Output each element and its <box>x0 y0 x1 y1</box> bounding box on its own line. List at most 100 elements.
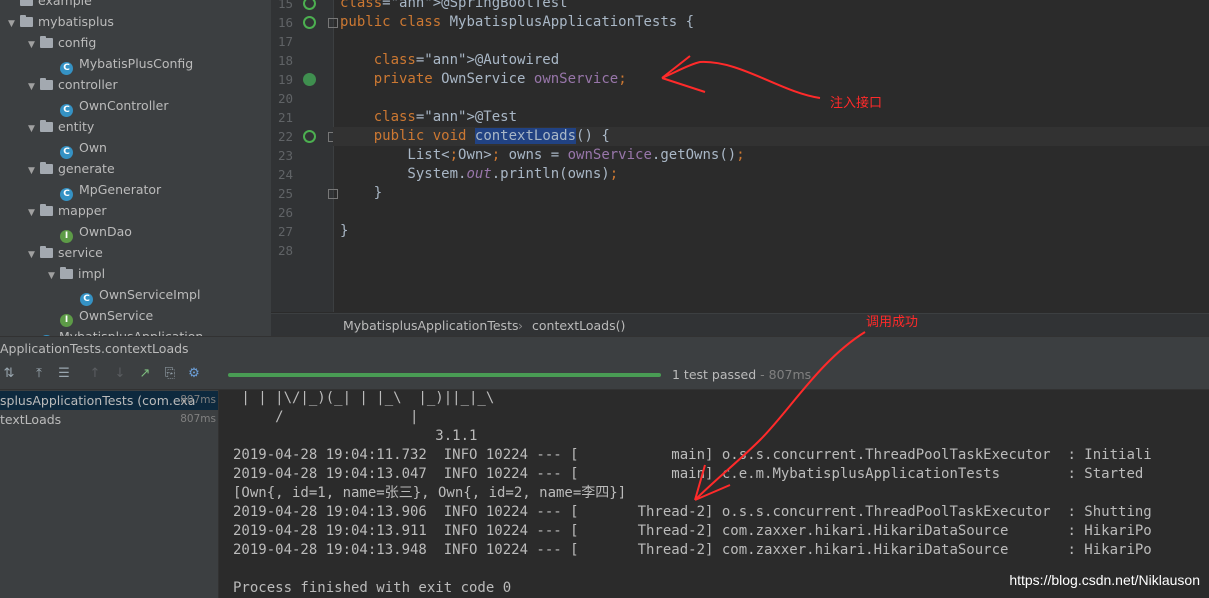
test-name: textLoads <box>0 412 62 427</box>
fold-marker-icon[interactable] <box>328 189 338 199</box>
tree-item-label: service <box>58 245 103 260</box>
folder-icon <box>40 78 53 90</box>
run-window-title: ApplicationTests.contextLoads <box>0 336 1209 360</box>
folder-icon <box>20 15 33 27</box>
tree-item[interactable]: C MybatisPlusConfig <box>60 53 194 75</box>
code-line: List<;Own>; owns = ownService.getOwns(); <box>340 147 745 163</box>
test-status: 1 test passed - 807ms <box>672 366 811 384</box>
code-editor[interactable]: 15 16 17 18 19 20 21 22 23 24 25 26 27 28 class="ann"… <box>271 0 1209 337</box>
line-number: 21 <box>277 110 293 125</box>
tree-item[interactable]: ▼ mybatisplus <box>8 11 114 32</box>
project-tree: example ▼ mybatisplus ▼ config C MybatisPlusCo… <box>0 0 271 336</box>
line-number: 26 <box>277 205 293 220</box>
success-annotation: 调用成功 <box>866 315 919 330</box>
line-number: 27 <box>277 224 293 239</box>
tree-item-label: generate <box>58 161 115 176</box>
tree-item[interactable]: ▼ config <box>28 32 96 53</box>
tree-item-label: impl <box>78 266 106 281</box>
console-line: / | <box>233 409 419 425</box>
folder-icon <box>40 162 53 174</box>
tree-item-label: controller <box>58 77 118 92</box>
tree-item[interactable]: I OwnDao <box>60 221 132 243</box>
tree-item[interactable]: example <box>8 0 92 11</box>
test-duration: 807ms <box>180 394 216 406</box>
collapse-all-icon[interactable]: ☰ <box>57 367 71 381</box>
tree-item[interactable]: ▼ controller <box>28 74 118 95</box>
line-number: 15 <box>277 0 293 11</box>
tree-item[interactable]: ▼ service <box>28 242 103 263</box>
tree-item-label: mybatisplus <box>38 14 114 29</box>
breadcrumb-separator-icon: › <box>518 318 523 333</box>
tree-item-label: MpGenerator <box>79 182 162 197</box>
breadcrumb-method[interactable]: contextLoads() <box>532 314 625 337</box>
previous-test-icon[interactable]: ↑ <box>88 367 102 381</box>
tree-item[interactable]: ▼ generate <box>28 158 115 179</box>
console-line: 3.1.1 <box>233 428 478 444</box>
console-line: 2019-04-28 19:04:13.911 INFO 10224 --- [… <box>233 523 1152 539</box>
tree-item[interactable]: I OwnService <box>60 305 153 327</box>
tree-item[interactable]: ▼ mapper <box>28 200 107 221</box>
run-test-icon[interactable] <box>303 130 316 143</box>
expand-arrow-icon[interactable]: ▼ <box>8 14 20 35</box>
run-test-icon[interactable] <box>303 0 316 10</box>
expand-arrow-icon[interactable]: ▼ <box>28 245 40 266</box>
tree-item-label: Own <box>79 140 107 155</box>
code-line: } <box>340 223 349 239</box>
next-test-icon[interactable]: ↓ <box>113 367 127 381</box>
watermark: https://blog.csdn.net/Niklauson <box>1009 572 1200 588</box>
expand-arrow-icon[interactable]: ▼ <box>28 161 40 182</box>
tree-item[interactable]: ▼ entity <box>28 116 94 137</box>
tree-item[interactable]: C MpGenerator <box>60 179 162 201</box>
console-line: 2019-04-28 19:04:13.047 INFO 10224 --- [… <box>233 466 1144 482</box>
tree-item[interactable]: C OwnController <box>60 95 169 117</box>
expand-arrow-icon[interactable]: ▼ <box>28 77 40 98</box>
line-number: 17 <box>277 34 293 49</box>
tree-item[interactable]: C OwnServiceImpl <box>80 284 200 306</box>
line-number: 20 <box>277 91 293 106</box>
test-result-row[interactable]: splusApplicationTests (com.exa 807ms <box>0 391 218 410</box>
run-test-icon[interactable] <box>303 16 316 29</box>
line-number: 16 <box>277 15 293 30</box>
autowired-bean-icon[interactable] <box>303 73 316 86</box>
editor-gutter: 15 16 17 18 19 20 21 22 23 24 25 26 27 28 <box>271 0 338 312</box>
tree-item[interactable]: ▼ impl <box>48 263 105 284</box>
test-progress-bar <box>228 373 661 377</box>
test-duration: 807ms <box>180 413 216 425</box>
expand-arrow-icon[interactable]: ▼ <box>28 203 40 224</box>
code-line: System.out.println(owns); <box>340 166 619 182</box>
tree-item[interactable]: CMybatisplusApplication <box>40 326 203 336</box>
test-status-time: - 807ms <box>756 367 812 382</box>
expand-arrow-icon[interactable]: ▼ <box>28 35 40 56</box>
line-number: 23 <box>277 148 293 163</box>
console-line: Process finished with exit code 0 <box>233 580 512 596</box>
line-number: 18 <box>277 53 293 68</box>
sort-icon[interactable]: ⇅ <box>2 367 16 381</box>
tree-item-label: OwnController <box>79 98 169 113</box>
breadcrumb-class[interactable]: MybatisplusApplicationTests <box>343 314 518 337</box>
expand-arrow-icon[interactable]: ▼ <box>28 119 40 140</box>
tree-item[interactable]: C Own <box>60 137 107 159</box>
expand-all-icon[interactable]: ⤒ <box>32 367 46 381</box>
folder-icon <box>40 36 53 48</box>
fold-marker-icon[interactable] <box>328 18 338 28</box>
test-result-row[interactable]: textLoads 807ms <box>0 410 218 429</box>
line-number: 24 <box>277 167 293 182</box>
folder-icon <box>40 246 53 258</box>
console-output[interactable]: | | |\/|_)(_| | |_\ |_)||_|_\ / | 3.1.1 2… <box>219 390 1209 598</box>
settings-gear-icon[interactable]: ⚙ <box>187 367 201 381</box>
tree-item-label: config <box>58 35 97 50</box>
import-icon[interactable]: ⎘ <box>163 367 177 381</box>
console-line: [Own{, id=1, name=张三}, Own{, id=2, name=… <box>233 485 627 501</box>
code-line: class="ann">@Autowired <box>373 52 560 68</box>
inject-annotation: 注入接口 <box>830 96 883 111</box>
line-number: 22 <box>277 129 293 144</box>
export-icon[interactable]: ↗ <box>138 367 152 381</box>
code-line: public class MybatisplusApplicationTests… <box>340 14 695 30</box>
tree-item-label: mapper <box>58 203 107 218</box>
tree-item-label: MybatisPlusConfig <box>79 56 194 71</box>
expand-arrow-icon[interactable]: ▼ <box>48 266 60 287</box>
tree-item-label: MybatisplusApplication <box>59 329 203 336</box>
code-line: public void contextLoads() { <box>373 128 610 144</box>
console-line: 2019-04-28 19:04:13.948 INFO 10224 --- [… <box>233 542 1152 558</box>
tree-item-label: entity <box>58 119 95 134</box>
